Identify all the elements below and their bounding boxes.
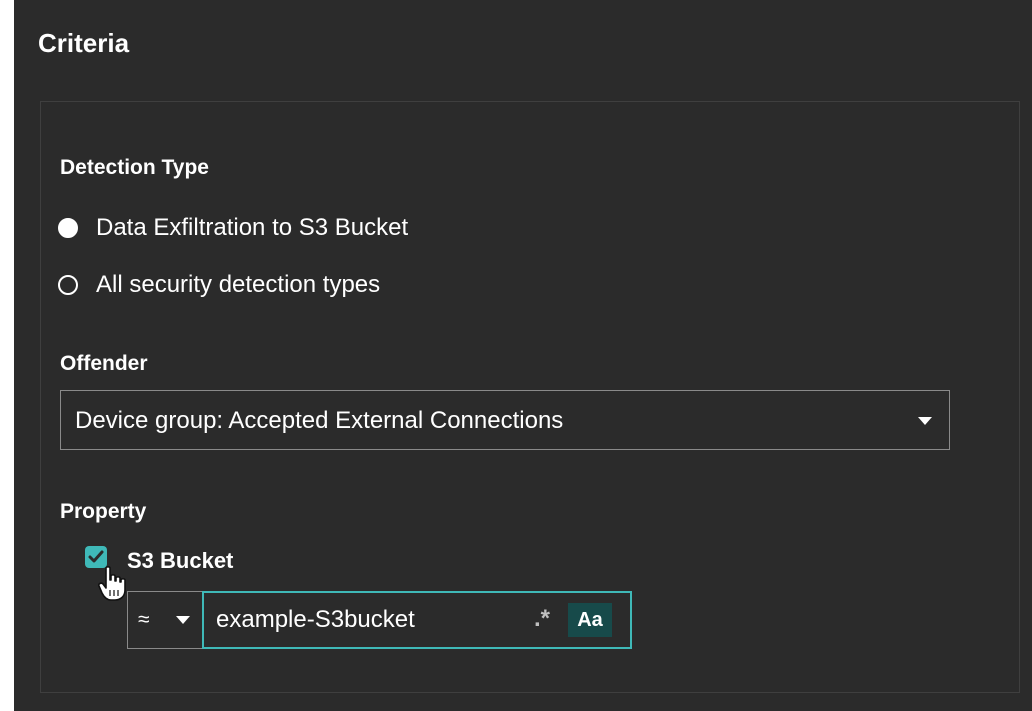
approx-equal-icon: ≈ <box>138 608 150 631</box>
triangle-down-icon[interactable] <box>176 616 190 624</box>
criteria-panel: Criteria Detection Type Data Exfiltratio… <box>14 0 1032 711</box>
property-label: Property <box>60 500 147 523</box>
radio-all-security-detection-types[interactable]: All security detection types <box>58 271 380 299</box>
checkmark-icon <box>88 550 104 563</box>
detection-type-label: Detection Type <box>60 156 209 179</box>
s3-bucket-checkbox-label: S3 Bucket <box>127 548 234 573</box>
radio-checked-icon[interactable] <box>58 218 78 238</box>
radio-unchecked-icon[interactable] <box>58 275 78 295</box>
radio-label-data-exfiltration: Data Exfiltration to S3 Bucket <box>96 214 409 241</box>
operator-dropdown[interactable]: ≈ <box>127 591 203 649</box>
s3-bucket-input[interactable] <box>216 605 516 635</box>
radio-label-all-security: All security detection types <box>96 271 381 298</box>
hand-pointer-cursor-icon <box>98 566 126 601</box>
offender-selected-value: Device group: Accepted External Connecti… <box>75 407 564 434</box>
case-sensitive-toggle-button[interactable]: Aa <box>568 603 612 637</box>
s3-bucket-checkbox[interactable] <box>85 546 107 568</box>
panel-title: Criteria <box>38 28 130 58</box>
triangle-down-icon[interactable] <box>918 417 932 425</box>
offender-label: Offender <box>60 352 148 375</box>
s3-bucket-input-wrapper: .* Aa <box>202 591 632 649</box>
regex-toggle-button[interactable]: .* <box>534 605 550 633</box>
offender-dropdown[interactable]: Device group: Accepted External Connecti… <box>60 390 950 450</box>
radio-data-exfiltration[interactable]: Data Exfiltration to S3 Bucket <box>58 214 408 242</box>
